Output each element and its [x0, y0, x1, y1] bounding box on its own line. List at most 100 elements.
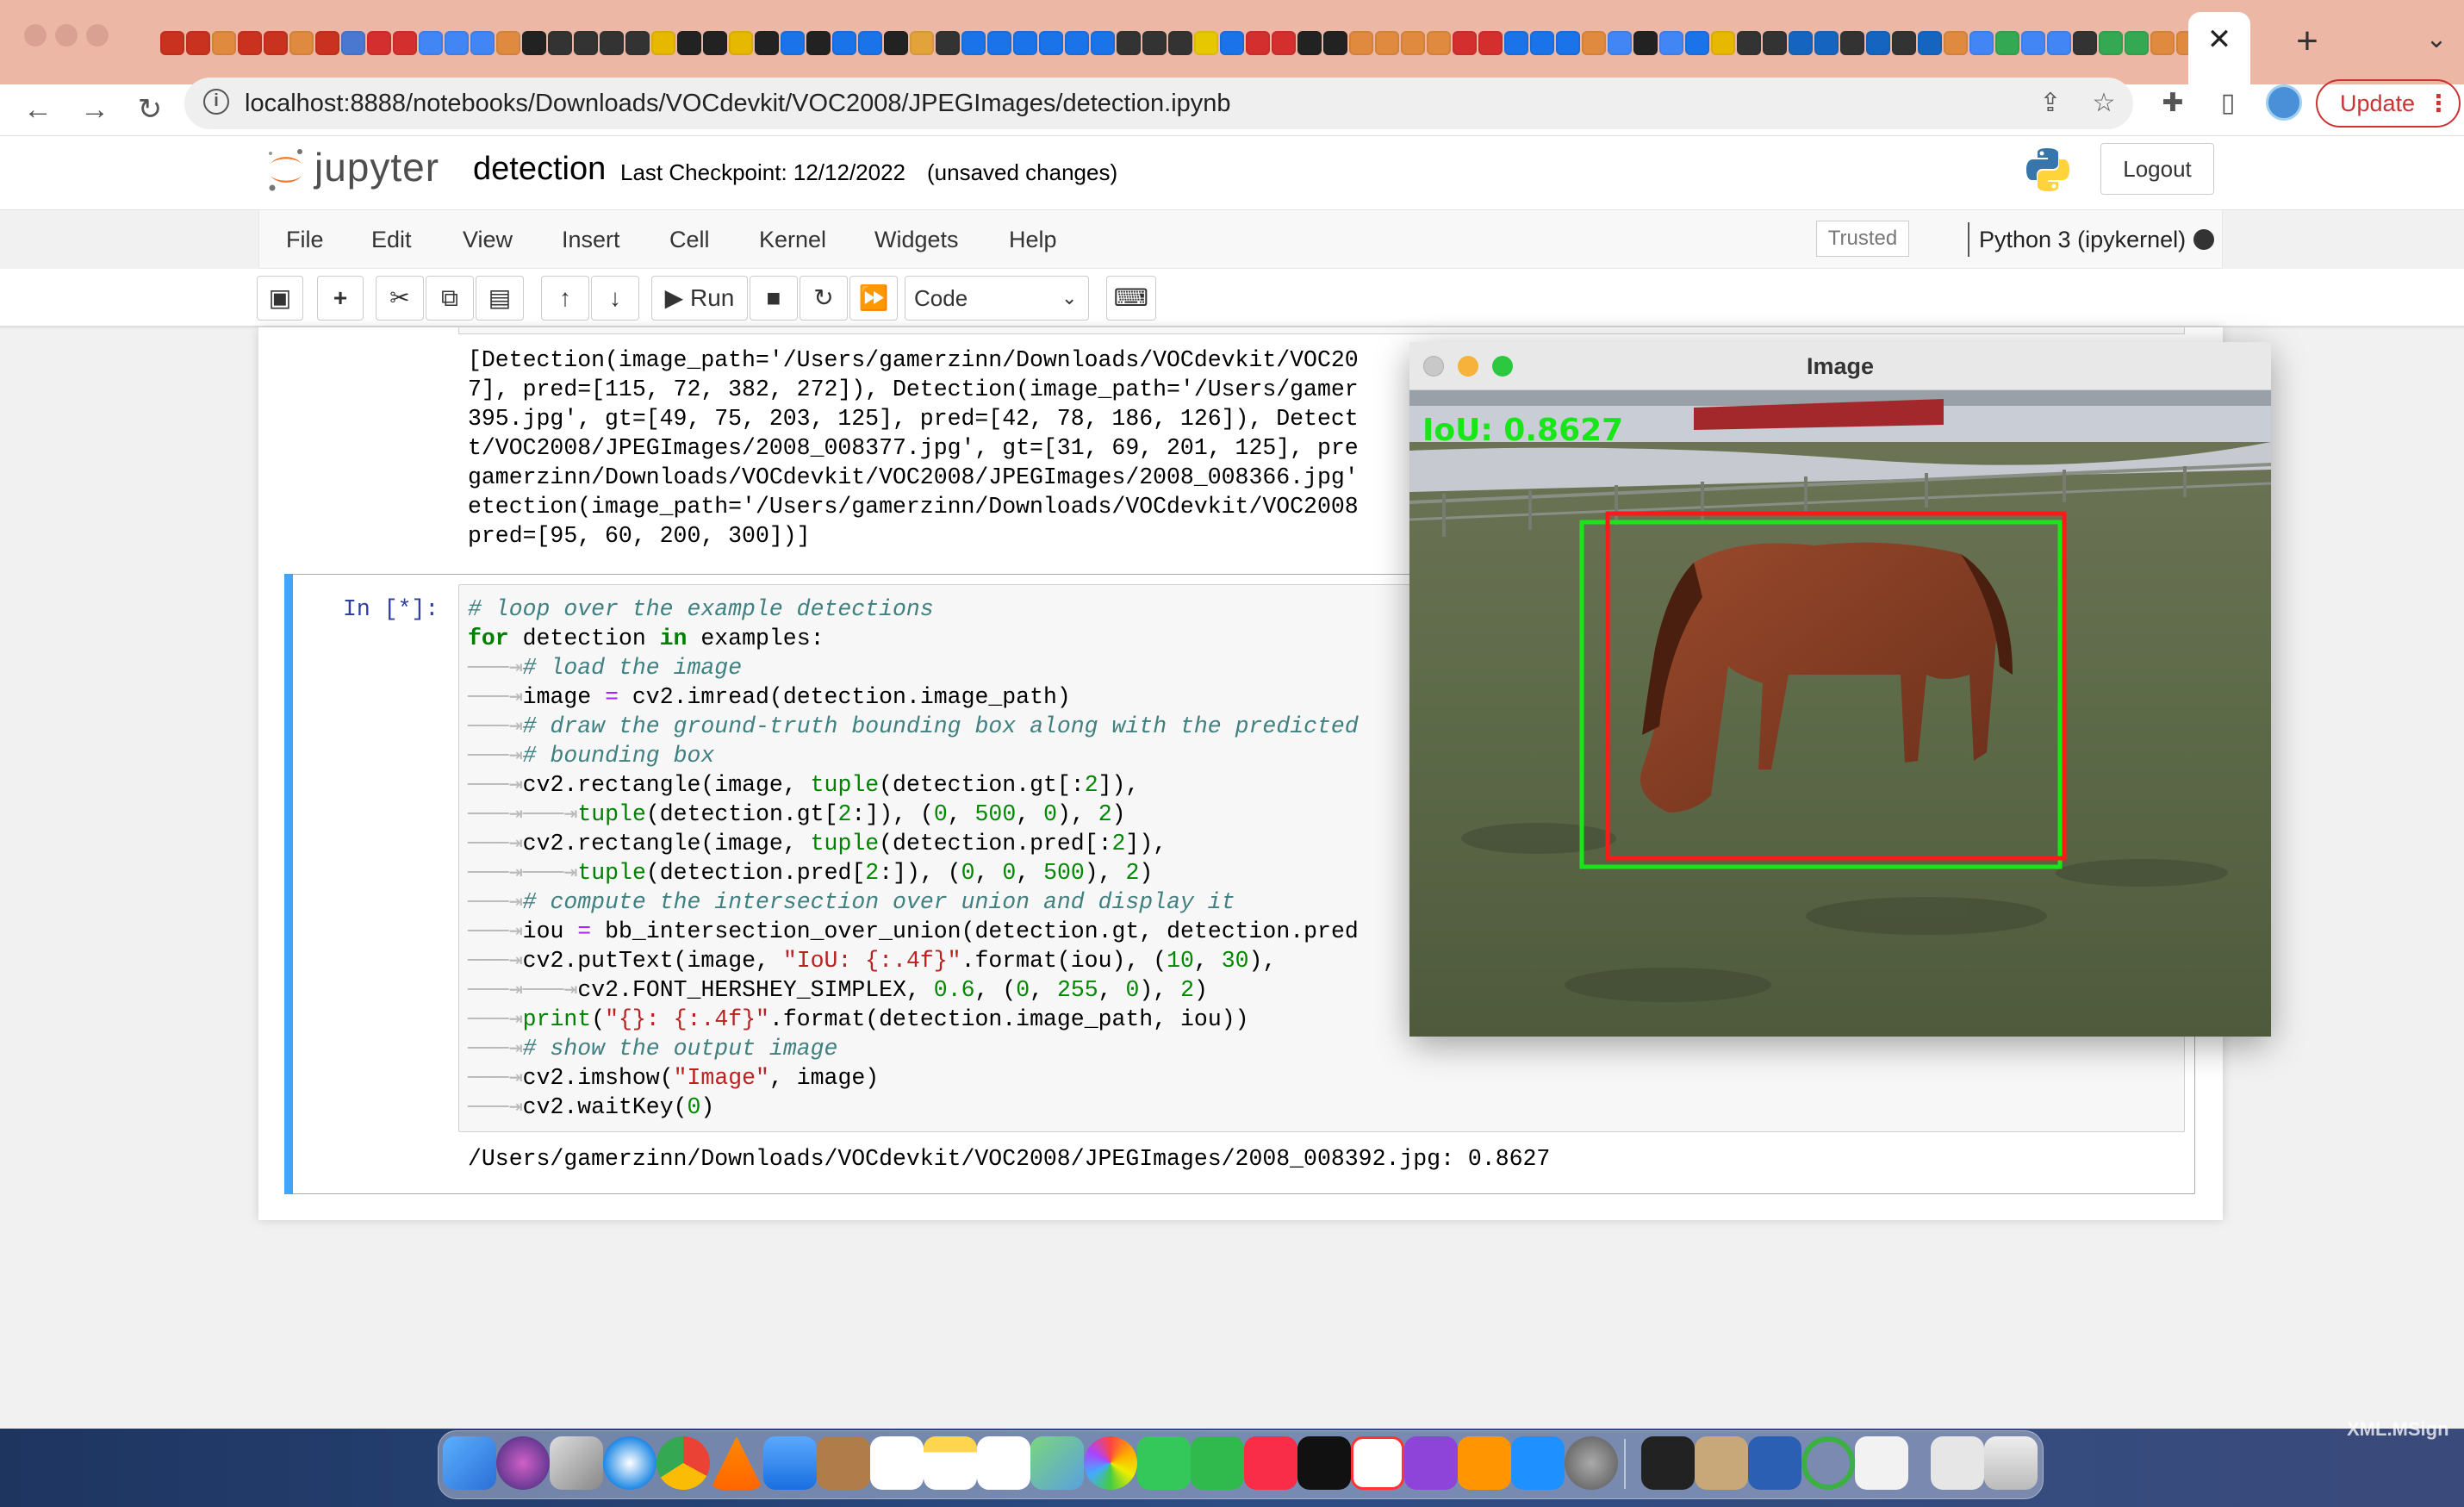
chrome-icon[interactable]	[656, 1436, 710, 1490]
facetime-icon[interactable]	[1191, 1436, 1244, 1490]
document-icon[interactable]	[1855, 1436, 1908, 1490]
copy-icon[interactable]: ⧉	[426, 276, 474, 321]
window-zoom-button[interactable]	[86, 24, 109, 47]
update-button[interactable]: Update ⋮	[2316, 79, 2461, 128]
pinned-tab-favicon[interactable]	[961, 31, 986, 55]
pinned-tab-favicon[interactable]	[1168, 31, 1192, 55]
pinned-tab-favicon[interactable]	[884, 31, 908, 55]
pinned-tab-favicon[interactable]	[2099, 31, 2123, 55]
reload-icon[interactable]: ↻	[124, 84, 176, 136]
pinned-tab-favicon[interactable]	[1582, 31, 1606, 55]
pinned-tab-favicon[interactable]	[522, 31, 546, 55]
pinned-tab-favicon[interactable]	[1091, 31, 1115, 55]
pinned-tab-favicon[interactable]	[1117, 31, 1141, 55]
siri-icon[interactable]	[496, 1436, 550, 1490]
kernel-name[interactable]: Python 3 (ipykernel)	[1979, 222, 2186, 257]
pinned-tab-favicon[interactable]	[1375, 31, 1399, 55]
pinned-tab-favicon[interactable]	[910, 31, 934, 55]
restart-icon[interactable]: ↻	[800, 276, 848, 321]
pinned-tab-favicon[interactable]	[1504, 31, 1528, 55]
pinned-tab-favicon[interactable]	[1763, 31, 1787, 55]
pinned-tab-favicon[interactable]	[574, 31, 598, 55]
pinned-tab-favicon[interactable]	[858, 31, 882, 55]
music-icon[interactable]	[1244, 1436, 1297, 1490]
tv-icon[interactable]	[1297, 1436, 1351, 1490]
pinned-tab-favicon[interactable]	[1401, 31, 1425, 55]
site-info-icon[interactable]: i	[203, 89, 229, 115]
pinned-tab-favicon[interactable]	[729, 31, 753, 55]
pinned-tab-favicon[interactable]	[238, 31, 262, 55]
pinned-tab-favicon[interactable]	[2150, 31, 2175, 55]
profile-avatar[interactable]	[2266, 84, 2302, 121]
pinned-tab-favicon[interactable]	[1039, 31, 1063, 55]
pinned-tab-favicon[interactable]	[1349, 31, 1373, 55]
pinned-tab-favicon[interactable]	[1918, 31, 1942, 55]
jupyter-logo-icon[interactable]	[265, 145, 307, 193]
back-arrow-icon[interactable]: ←	[12, 84, 64, 136]
pinned-tab-favicon[interactable]	[832, 31, 856, 55]
pinned-tab-favicon[interactable]	[160, 31, 184, 55]
extensions-puzzle-icon[interactable]: ✚	[2152, 83, 2193, 124]
menu-file[interactable]: File	[286, 222, 324, 257]
contacts-icon[interactable]	[817, 1436, 870, 1490]
pinned-tab-favicon[interactable]	[677, 31, 701, 55]
pinned-tab-favicon[interactable]	[419, 31, 443, 55]
app-store-icon[interactable]	[1511, 1436, 1565, 1490]
logout-button[interactable]: Logout	[2100, 143, 2214, 195]
pinned-tab-favicon[interactable]	[1323, 31, 1347, 55]
pinned-tab-favicon[interactable]	[2073, 31, 2097, 55]
pinned-tab-favicon[interactable]	[1995, 31, 2019, 55]
notebook-title[interactable]: detection	[473, 148, 606, 190]
keyboard-shortcuts-icon[interactable]: ⌨	[1106, 276, 1156, 321]
pinned-tab-favicon[interactable]	[2021, 31, 2045, 55]
pinned-tab-favicon[interactable]	[1065, 31, 1089, 55]
pinned-tab-favicon[interactable]	[1246, 31, 1270, 55]
menu-edit[interactable]: Edit	[371, 222, 412, 257]
pinned-tab-favicon[interactable]	[1556, 31, 1580, 55]
pinned-tab-favicon[interactable]	[2125, 31, 2149, 55]
launchpad-icon[interactable]	[550, 1436, 603, 1490]
pinned-tab-favicon[interactable]	[1220, 31, 1244, 55]
pinned-tab-favicon[interactable]	[1142, 31, 1167, 55]
pinned-tab-favicon[interactable]	[445, 31, 469, 55]
menu-kernel[interactable]: Kernel	[759, 222, 826, 257]
pinned-tab-favicon[interactable]	[2047, 31, 2071, 55]
mail-icon[interactable]	[763, 1436, 817, 1490]
pinned-tab-favicon[interactable]	[1608, 31, 1632, 55]
finder-icon[interactable]	[443, 1436, 496, 1490]
menu-view[interactable]: View	[463, 222, 513, 257]
calendar-icon[interactable]	[870, 1436, 924, 1490]
pinned-tab-favicon[interactable]	[1013, 31, 1037, 55]
maps-icon[interactable]	[1030, 1436, 1084, 1490]
notes-icon[interactable]	[924, 1436, 977, 1490]
pinned-tab-favicon[interactable]	[1685, 31, 1709, 55]
books-icon[interactable]	[1458, 1436, 1511, 1490]
pinned-tab-favicon[interactable]	[1711, 31, 1735, 55]
pinned-tab-favicon[interactable]	[496, 31, 520, 55]
pinned-tab-favicon[interactable]	[1478, 31, 1503, 55]
cut-icon[interactable]: ✂	[376, 276, 424, 321]
pinned-tab-favicon[interactable]	[1297, 31, 1322, 55]
pinned-tab-favicon[interactable]	[212, 31, 236, 55]
pinned-tab-favicon[interactable]	[1272, 31, 1296, 55]
menu-help[interactable]: Help	[1009, 222, 1057, 257]
menu-insert[interactable]: Insert	[562, 222, 620, 257]
menu-cell[interactable]: Cell	[669, 222, 710, 257]
pinned-tab-favicon[interactable]	[1789, 31, 1813, 55]
insert-cell-icon[interactable]: +	[317, 276, 364, 321]
move-up-icon[interactable]: ↑	[541, 276, 589, 321]
pinned-tab-favicon[interactable]	[755, 31, 779, 55]
pinned-tab-favicon[interactable]	[781, 31, 805, 55]
pinned-tab-favicon[interactable]	[1633, 31, 1658, 55]
trash-icon[interactable]	[1984, 1436, 2038, 1490]
pinned-tab-favicon[interactable]	[1453, 31, 1477, 55]
pinned-tab-favicon[interactable]	[1659, 31, 1683, 55]
news-icon[interactable]	[1351, 1436, 1404, 1490]
window-minimize-button[interactable]	[55, 24, 78, 47]
pinned-tab-favicon[interactable]	[1194, 31, 1218, 55]
terminal-icon[interactable]	[1641, 1436, 1695, 1490]
pinned-tab-favicon[interactable]	[367, 31, 391, 55]
pinned-tab-favicon[interactable]	[393, 31, 417, 55]
bookmark-star-icon[interactable]: ☆	[2083, 83, 2125, 124]
word-icon[interactable]	[1748, 1436, 1801, 1490]
